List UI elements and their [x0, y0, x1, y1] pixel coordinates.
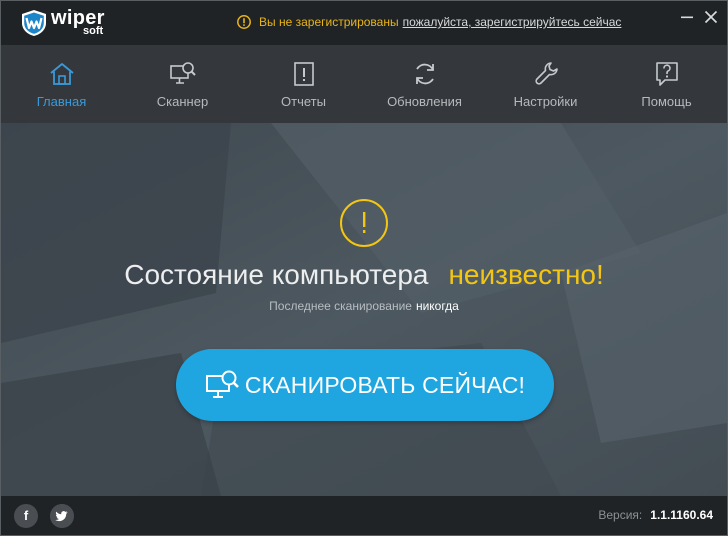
- register-link[interactable]: пожалуйста, зарегистрируйтесь сейчас: [403, 15, 622, 29]
- wipersoft-logo: wiper soft: [21, 7, 111, 39]
- notice-text: Вы не зарегистрированы: [259, 15, 399, 29]
- help-icon: [655, 62, 678, 86]
- minimize-icon[interactable]: [677, 7, 697, 27]
- last-scan-label: Последнее сканирование: [269, 299, 412, 313]
- nav-item-help[interactable]: Помощь: [606, 45, 727, 123]
- computer-status: Состояние компьютера неизвестно!: [1, 259, 727, 291]
- version-info: Версия: 1.1.1160.64: [598, 508, 713, 522]
- scan-monitor-icon: [205, 370, 239, 398]
- scan-now-button[interactable]: СКАНИРОВАТЬ СЕЙЧАС!: [176, 349, 554, 421]
- version-label: Версия:: [598, 508, 643, 522]
- facebook-icon[interactable]: f: [14, 504, 38, 528]
- nav-label: Главная: [36, 94, 87, 109]
- version-value: 1.1.1160.64: [650, 508, 713, 522]
- logo-subtext: soft: [83, 25, 104, 37]
- last-scan-value: никогда: [415, 299, 459, 313]
- close-icon[interactable]: [701, 7, 721, 27]
- twitter-icon[interactable]: [50, 504, 74, 528]
- registration-notice: Вы не зарегистрированы пожалуйста, зарег…: [237, 13, 621, 31]
- report-icon: [293, 62, 314, 86]
- home-icon: [49, 63, 74, 85]
- nav-label: Отчеты: [281, 94, 326, 109]
- nav-item-reports[interactable]: Отчеты: [243, 45, 364, 123]
- main-nav: Главная Сканнер Отчеты Обновления Настро…: [1, 45, 727, 123]
- nav-item-settings[interactable]: Настройки: [485, 45, 606, 123]
- title-bar: wiper soft Вы не зарегистрированы пожалу…: [1, 1, 727, 45]
- shield-logo-icon: [22, 10, 46, 36]
- scanner-icon: [169, 62, 196, 84]
- main-panel: Состояние компьютера неизвестно! Последне…: [1, 123, 727, 496]
- wrench-icon: [534, 62, 558, 85]
- nav-label: Обновления: [387, 94, 462, 109]
- status-title: Состояние компьютера: [124, 259, 429, 290]
- nav-label: Сканнер: [156, 94, 209, 109]
- scan-now-label: СКАНИРОВАТЬ СЕЙЧАС!: [244, 371, 526, 398]
- footer-bar: f Версия: 1.1.1160.64: [1, 496, 727, 535]
- nav-item-scanner[interactable]: Сканнер: [122, 45, 243, 123]
- status-warning-icon: [340, 199, 388, 247]
- nav-label: Настройки: [513, 94, 578, 109]
- nav-label: Помощь: [641, 94, 692, 109]
- status-value: неизвестно!: [448, 259, 604, 290]
- app-window: wiper soft Вы не зарегистрированы пожалу…: [0, 0, 728, 536]
- warning-icon: [237, 15, 251, 29]
- nav-item-home[interactable]: Главная: [1, 45, 122, 123]
- last-scan-info: Последнее сканирование никогда: [1, 299, 727, 313]
- nav-item-updates[interactable]: Обновления: [364, 45, 485, 123]
- refresh-icon: [415, 63, 434, 85]
